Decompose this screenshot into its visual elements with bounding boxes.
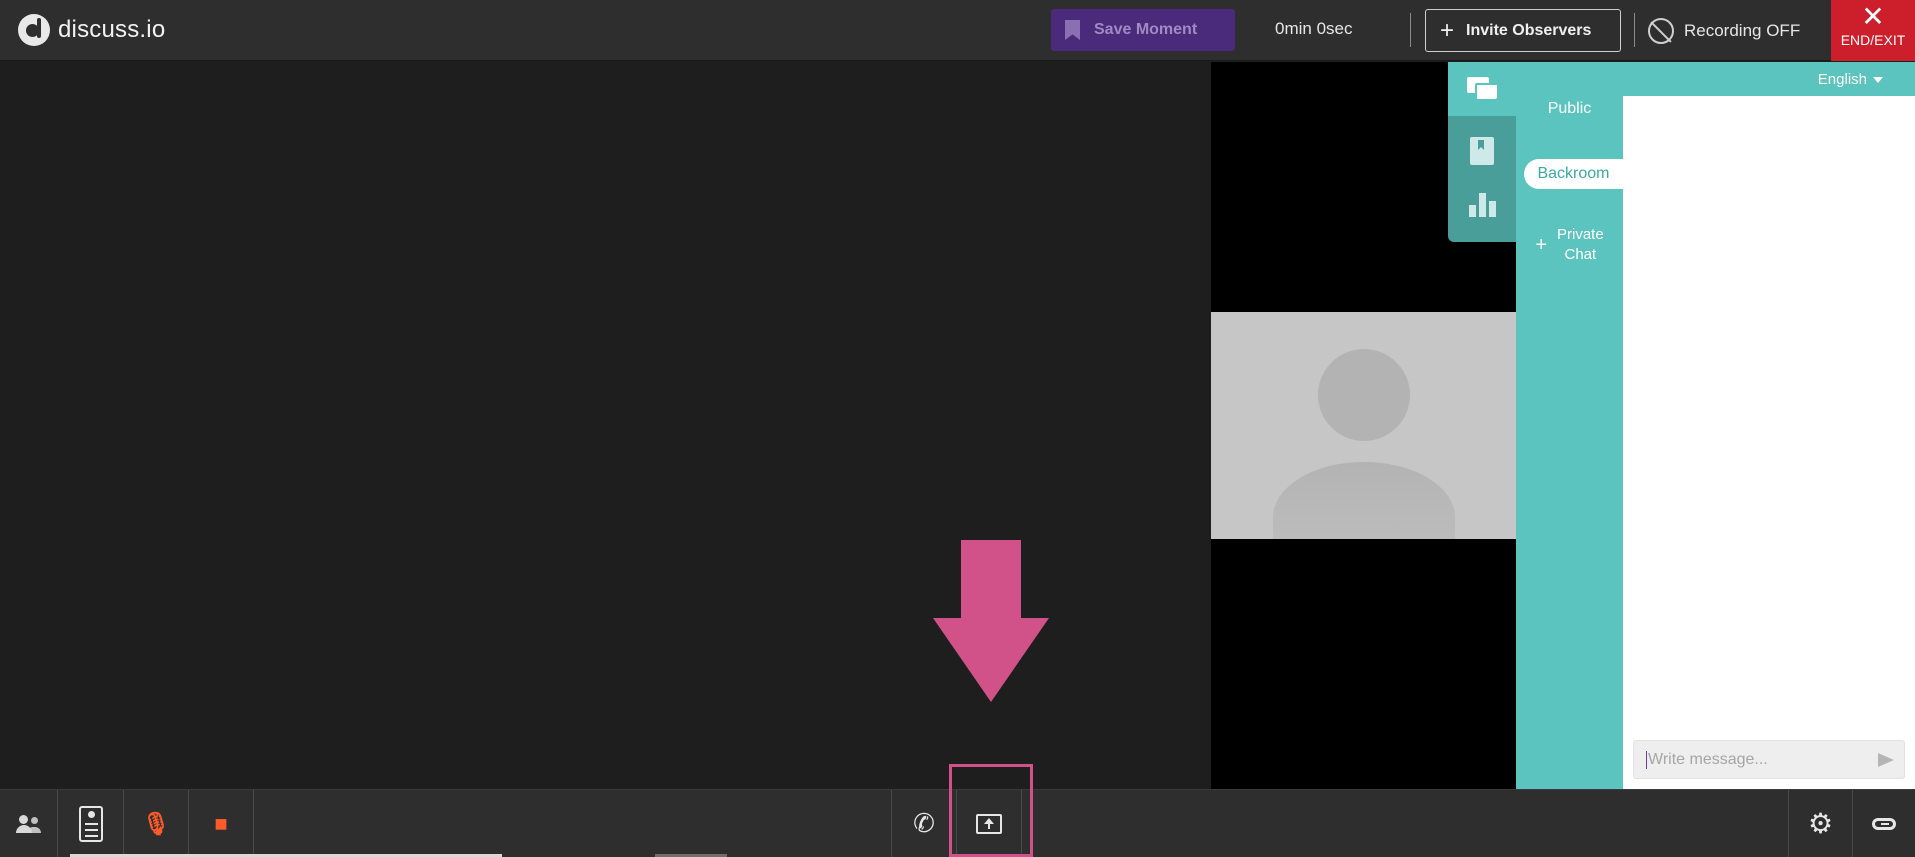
chevron-down-icon xyxy=(1873,76,1883,83)
participants-icon xyxy=(15,814,42,833)
room-tab-backroom[interactable]: Backroom xyxy=(1524,159,1623,189)
plus-icon: + xyxy=(1440,16,1455,44)
phone-icon: ✆ xyxy=(913,808,935,838)
recording-toggle[interactable]: Recording OFF xyxy=(1648,18,1800,44)
tab-chat[interactable] xyxy=(1448,62,1516,116)
message-input[interactable]: Write message... xyxy=(1633,740,1905,779)
side-tab-column xyxy=(1448,62,1516,242)
bar-chart-icon xyxy=(1468,193,1496,217)
tab-stats[interactable] xyxy=(1448,178,1516,232)
room-tab-public[interactable]: Public xyxy=(1516,100,1623,118)
private-chat-label: Private Chat xyxy=(1557,225,1604,265)
logo-text: discuss.io xyxy=(58,16,166,43)
plus-icon: + xyxy=(1535,234,1547,256)
phone-button[interactable]: ✆ xyxy=(891,790,957,857)
private-chat-label-line1: Private xyxy=(1557,226,1604,243)
gear-icon: ⚙ xyxy=(1807,808,1834,839)
bookmark-icon xyxy=(1065,20,1080,40)
chat-messages-area: Write message... xyxy=(1623,96,1915,789)
discuss-logo-icon xyxy=(18,14,50,46)
private-chat-label-line2: Chat xyxy=(1564,246,1597,263)
language-selector[interactable]: English xyxy=(1818,71,1883,88)
send-icon[interactable] xyxy=(1878,753,1894,767)
annotation-arrow-head xyxy=(933,618,1049,702)
message-placeholder: Write message... xyxy=(1648,750,1768,768)
recording-off-icon xyxy=(1648,18,1674,44)
avatar-head xyxy=(1318,349,1410,441)
close-icon: ✕ xyxy=(1861,1,1885,32)
mic-off-icon: 🎙 xyxy=(142,810,170,836)
camera-off-icon: ■ xyxy=(214,810,228,836)
chat-icon xyxy=(1467,77,1497,101)
divider xyxy=(1410,13,1411,47)
annotation-arrow-shaft xyxy=(961,540,1021,620)
language-label: English xyxy=(1817,71,1867,88)
save-moment-label: Save Moment xyxy=(1094,21,1198,38)
divider xyxy=(1634,13,1635,47)
attendee-list-icon xyxy=(78,805,103,842)
end-exit-button[interactable]: ✕ END/EXIT xyxy=(1831,0,1915,61)
book-icon xyxy=(1470,137,1494,165)
invite-label: Invite Observers xyxy=(1466,21,1592,39)
participants-button[interactable] xyxy=(0,790,58,857)
session-timer: 0min 0sec xyxy=(1275,19,1353,38)
annotation-highlight-box xyxy=(949,764,1033,857)
settings-button[interactable]: ⚙ xyxy=(1788,790,1853,857)
link-icon xyxy=(1872,817,1896,830)
copy-link-button[interactable] xyxy=(1853,790,1915,857)
camera-button[interactable]: ■ xyxy=(189,790,254,857)
invite-observers-button[interactable]: + Invite Observers xyxy=(1425,9,1621,52)
save-moment-button[interactable]: Save Moment xyxy=(1051,9,1235,51)
mute-button[interactable]: 🎙 xyxy=(124,790,189,857)
end-exit-label: END/EXIT xyxy=(1840,32,1906,48)
app-logo: discuss.io xyxy=(18,14,165,46)
top-bar: discuss.io Save Moment 0min 0sec + Invit… xyxy=(0,0,1915,61)
recording-label: Recording OFF xyxy=(1684,21,1801,40)
tab-notes[interactable] xyxy=(1448,124,1516,178)
text-cursor xyxy=(1646,750,1647,769)
participant-video-tile[interactable] xyxy=(1211,312,1516,539)
attendee-list-button[interactable] xyxy=(58,790,124,857)
chat-panel: English Public Backroom + Private Chat W… xyxy=(1516,62,1915,789)
avatar-body xyxy=(1273,462,1455,539)
private-chat-button[interactable]: + Private Chat xyxy=(1516,225,1623,265)
